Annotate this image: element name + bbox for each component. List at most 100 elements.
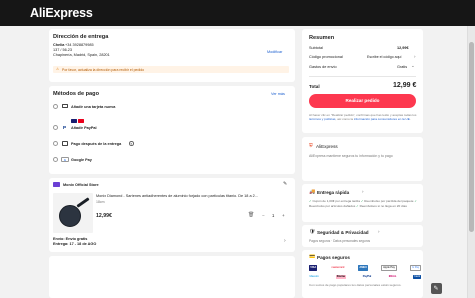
security-text: Pagos seguros · Datos personales seguros <box>309 239 371 243</box>
fast-delivery-card: 🚚 Entrega rápida › ✓ Cupón de 1,00€ por … <box>302 184 423 222</box>
mastercard-icon <box>78 119 84 123</box>
card-icon <box>62 104 68 108</box>
trust-brand: AliExpress <box>316 143 338 149</box>
summary-card: Resumen Subtotal 12,99€ Código promocion… <box>302 29 423 133</box>
chevron-right-icon[interactable]: › <box>284 238 286 244</box>
radio-new-card[interactable] <box>53 104 58 109</box>
recipient-name: Chelia <box>53 43 65 47</box>
see-more-link[interactable]: Ver más <box>271 92 285 96</box>
delivery-benefits: ✓ Cupón de 1,00€ por entrega tardía ✓ Re… <box>309 199 421 208</box>
shipping-cost-value: Gratis <box>397 65 408 69</box>
visa-icon <box>71 119 77 123</box>
address-warning: ⚠ Por favor, actualiza la dirección para… <box>53 66 289 73</box>
subtotal-label: Subtotal <box>309 46 323 50</box>
floating-edit-button[interactable]: ✎ <box>431 283 442 294</box>
bank-logo: bank <box>413 274 421 279</box>
pan-handle <box>76 197 90 208</box>
radio-google-pay[interactable] <box>53 157 58 162</box>
legal-text-end: . <box>409 117 411 122</box>
address-city: Chapinería, Madrid, Spain, 28201 <box>53 53 110 57</box>
secure-payments-card: 💳 Pagos seguros VISA mastercard AMEX App… <box>302 250 423 298</box>
quantity-value[interactable]: 1 <box>272 213 274 218</box>
shipping-info: Envío: Envío gratis <box>53 237 88 241</box>
store-name[interactable]: Monix Official Store <box>63 183 99 187</box>
card-icon: 💳 <box>309 254 316 260</box>
summary-title: Resumen <box>309 35 335 41</box>
edit-icon[interactable]: ✎ <box>283 181 287 187</box>
payment-option-label[interactable]: Google Pay <box>71 158 92 162</box>
secure-payments-footer: Con socios de pago populares tus datos p… <box>309 283 402 287</box>
security-card: 🛡 Seguridad & Privacidad › Pagos seguros… <box>302 225 423 247</box>
eu-info-link[interactable]: información para consumidores en la UE <box>354 117 410 121</box>
place-order-button[interactable]: Realizar pedido <box>309 94 416 108</box>
shield-icon: ⛨ <box>309 143 313 149</box>
benefit-item: Reembolso por pérdida del paquete <box>364 199 414 203</box>
product-variant: 18cm <box>96 199 105 204</box>
radio-paypal[interactable] <box>53 125 58 130</box>
product-image[interactable] <box>53 193 93 233</box>
terms-link[interactable]: términos y políticas <box>309 117 335 121</box>
payment-logos: VISA mastercard AMEX Apple Pay G Pay Mae… <box>309 265 421 279</box>
warning-icon: ⚠ <box>56 67 60 72</box>
shipping-cost-label: Gastos de envío <box>309 65 337 69</box>
fast-delivery-title: Entrega rápida <box>317 190 350 195</box>
pan-icon <box>59 205 81 227</box>
modify-address-link[interactable]: Modificar <box>267 50 282 54</box>
google-pay-icon: G <box>61 157 69 162</box>
trust-card: ⛨ AliExpress AliExpress mantiene seguros… <box>302 137 423 181</box>
paypal-logo: PayPal <box>362 275 372 279</box>
scrollbar-thumb[interactable] <box>469 42 474 232</box>
chevron-right-icon[interactable]: › <box>378 229 380 234</box>
top-bar: AliExpress <box>0 0 475 26</box>
address-title: Dirección de entrega <box>53 34 109 40</box>
radio-pay-after-delivery[interactable] <box>53 141 58 146</box>
check-icon: ✓ <box>414 199 417 203</box>
klarna-logo: Klarna <box>335 274 346 279</box>
aliexpress-logo[interactable]: AliExpress <box>30 6 93 20</box>
mastercard-logo: mastercard <box>331 265 345 269</box>
info-icon[interactable]: ? <box>129 141 134 146</box>
legal-text-mid: , así como la <box>335 117 354 122</box>
subtotal-value: 12,99€ <box>397 46 409 50</box>
chevron-down-icon[interactable]: ⌄ <box>411 63 415 69</box>
payment-option-label[interactable]: Añadir PayPal <box>71 126 97 130</box>
benefit-item: Reembolsos si no llega en 20 días <box>359 203 407 208</box>
maestro-logo: Maestro <box>309 275 319 279</box>
amex-logo: AMEX <box>358 265 368 271</box>
payment-option-label[interactable]: Pago después de la entrega <box>71 142 121 146</box>
pencil-icon: ✎ <box>433 285 439 292</box>
product-title[interactable]: Monix Diamond - Sartenes antiadherentes … <box>96 194 292 198</box>
apple-pay-logo: Apple Pay <box>381 265 397 271</box>
legal-text: Al hacer clic en "Realizar pedido", conf… <box>309 113 419 121</box>
address-card: Dirección de entrega Chelia +34 39288799… <box>49 29 295 82</box>
recipient-phone: +34 3928879985 <box>65 43 94 47</box>
visa-logo: VISA <box>309 265 318 271</box>
product-price: 12,99€ <box>96 213 112 219</box>
truck-icon: 🚚 <box>309 189 316 195</box>
benefit-item: Reembolso por artículos dañados <box>309 203 356 208</box>
trust-text: AliExpress mantiene seguros tu informaci… <box>309 154 393 158</box>
security-title: Seguridad & Privacidad <box>317 230 369 235</box>
total-label: Total <box>309 84 320 89</box>
promo-input[interactable]: Escribe el código aquí <box>367 55 401 59</box>
divider <box>309 76 416 77</box>
benefit-item: Cupón de 1,00€ por entrega tardía <box>312 199 360 203</box>
store-icon <box>53 182 60 187</box>
quantity-decrease-button[interactable]: − <box>262 213 265 218</box>
ideal-logo: iDEAL <box>388 275 397 279</box>
secure-payments-title: Pagos seguros <box>317 255 350 260</box>
chevron-right-icon[interactable]: › <box>362 189 364 194</box>
paypal-icon: P <box>63 124 67 130</box>
wallet-icon <box>62 141 68 146</box>
chevron-right-icon[interactable]: › <box>414 54 416 59</box>
delivery-date: Entrega: 17 - 18 de AGO <box>53 242 97 246</box>
payment-option-label[interactable]: Añadir una tarjeta nueva <box>71 105 115 109</box>
next-section-card <box>49 256 295 298</box>
delete-icon[interactable]: 🗑 <box>248 212 254 218</box>
total-value: 12,99 € <box>393 82 417 89</box>
quantity-increase-button[interactable]: + <box>282 213 285 218</box>
page-scrollbar[interactable] <box>467 26 475 298</box>
promo-label: Código promocional <box>309 55 343 59</box>
lock-shield-icon: 🛡 <box>309 229 316 235</box>
store-item-card: Monix Official Store ✎ Monix Diamond - S… <box>49 178 295 252</box>
